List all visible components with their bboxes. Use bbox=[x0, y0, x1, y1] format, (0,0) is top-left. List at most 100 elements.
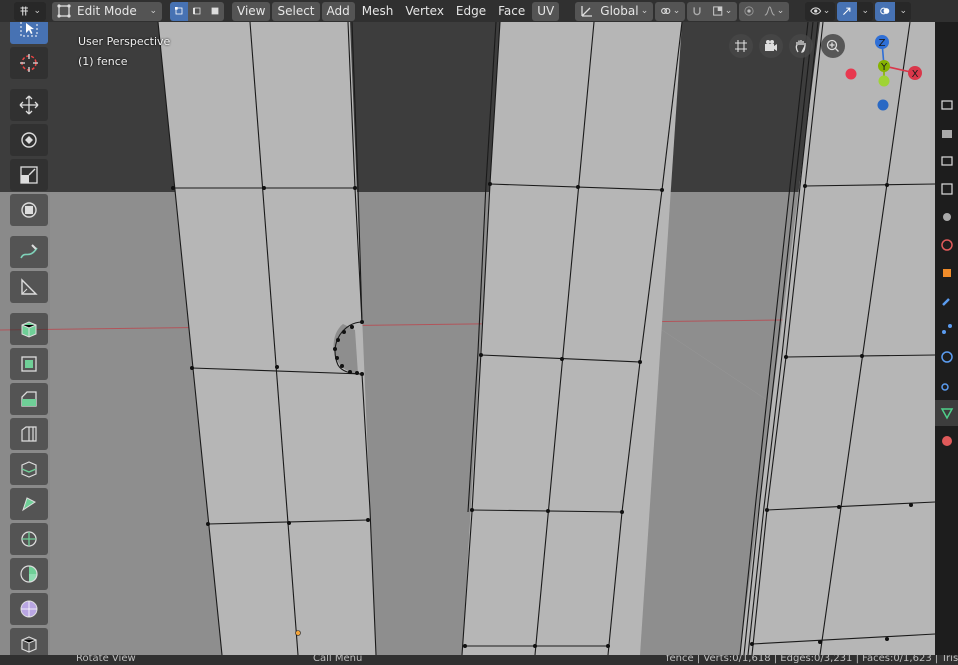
knife-icon bbox=[22, 497, 36, 512]
view-layer-tab[interactable] bbox=[935, 176, 958, 202]
constraint-icon bbox=[940, 383, 949, 391]
loop-cut-icon bbox=[21, 461, 37, 478]
object-data-tab[interactable] bbox=[935, 400, 958, 426]
menu-vertex[interactable]: Vertex bbox=[400, 2, 449, 21]
knife-tool[interactable] bbox=[10, 488, 48, 520]
gizmo-toggle[interactable] bbox=[837, 1, 858, 21]
mesh-data-icon bbox=[940, 408, 953, 420]
world-tab[interactable] bbox=[935, 232, 958, 258]
tool-icon bbox=[940, 100, 953, 110]
bevel-tool[interactable] bbox=[10, 418, 48, 450]
move-arrows-icon bbox=[19, 95, 39, 115]
falloff-curve-icon bbox=[764, 6, 776, 16]
falloff-dropdown[interactable]: ⌄ bbox=[759, 1, 790, 21]
material-icon bbox=[941, 436, 952, 446]
status-call-menu: Call Menu bbox=[313, 655, 363, 664]
annotate-tool[interactable] bbox=[10, 236, 48, 268]
object-icon bbox=[942, 269, 951, 277]
zoom-icon bbox=[826, 39, 839, 52]
grid-icon bbox=[735, 40, 747, 52]
proportional-edit-toggle[interactable] bbox=[739, 1, 760, 21]
extrude-tool[interactable] bbox=[10, 348, 48, 380]
ruler-icon bbox=[21, 278, 38, 295]
orientation-icon bbox=[581, 6, 593, 17]
physics-tab[interactable] bbox=[935, 344, 958, 370]
inset-tool[interactable] bbox=[10, 383, 48, 415]
perspective-label: User Perspective bbox=[78, 35, 171, 48]
edit-mode-icon bbox=[57, 4, 71, 18]
gizmo-icon bbox=[843, 7, 851, 15]
physics-icon bbox=[940, 351, 953, 363]
3d-viewport[interactable]: User Perspective (1) fence X Z Y bbox=[0, 22, 935, 655]
menu-mesh[interactable]: Mesh bbox=[357, 2, 399, 21]
material-tab[interactable] bbox=[935, 428, 958, 454]
poly-build-tool[interactable] bbox=[10, 523, 48, 555]
zoom-view-button[interactable] bbox=[821, 34, 845, 58]
overlays-toggle[interactable] bbox=[875, 1, 896, 21]
smooth-tool[interactable] bbox=[10, 593, 48, 625]
menu-edge[interactable]: Edge bbox=[451, 2, 491, 21]
menu-view[interactable]: View bbox=[232, 1, 271, 21]
scene-tab[interactable] bbox=[935, 204, 958, 230]
pivot-point-dropdown[interactable]: ⌄ bbox=[655, 1, 686, 21]
modifier-tab[interactable] bbox=[935, 288, 958, 314]
vertex-select-button[interactable] bbox=[170, 1, 188, 21]
toggle-ortho-button[interactable] bbox=[729, 34, 753, 58]
x-axis-label: X bbox=[912, 69, 919, 80]
menu-uv[interactable]: UV bbox=[532, 1, 560, 21]
visibility-dropdown[interactable]: ⌄ bbox=[805, 1, 836, 21]
constraints-tab[interactable] bbox=[935, 372, 958, 398]
snap-target-dropdown[interactable]: ⌄ bbox=[707, 1, 738, 21]
editor-type-button[interactable]: ⌄ bbox=[14, 1, 46, 21]
tool-settings-tab[interactable] bbox=[935, 92, 958, 118]
mode-dropdown[interactable]: Edit Mode ⌄ bbox=[52, 1, 162, 21]
hand-icon bbox=[795, 40, 806, 53]
object-label: (1) fence bbox=[78, 55, 128, 68]
transform-orientation-label: Global bbox=[600, 4, 639, 18]
printer-icon bbox=[940, 156, 953, 166]
add-cube-icon bbox=[21, 321, 37, 338]
inset-icon bbox=[21, 391, 37, 407]
navigation-gizmo[interactable]: X Z Y bbox=[835, 30, 925, 120]
menu-select[interactable]: Select bbox=[272, 1, 320, 21]
move-tool[interactable] bbox=[10, 89, 48, 121]
edge-select-icon bbox=[193, 7, 201, 15]
transform-orientation-dropdown[interactable]: Global ⌄ bbox=[575, 1, 654, 21]
edge-select-button[interactable] bbox=[188, 1, 206, 21]
menu-face[interactable]: Face bbox=[493, 2, 530, 21]
render-tab[interactable] bbox=[935, 120, 958, 146]
scene-icon bbox=[942, 213, 951, 221]
gizmo-dropdown[interactable]: ⌄ bbox=[857, 1, 874, 21]
menu-add[interactable]: Add bbox=[321, 1, 355, 21]
scale-tool[interactable] bbox=[10, 159, 48, 191]
spin-icon bbox=[20, 565, 38, 583]
editor-type-icon bbox=[20, 6, 28, 16]
face-select-button[interactable] bbox=[206, 1, 224, 21]
status-scene-stats: fence | Verts:0/1,618 | Edges:0/3,231 | … bbox=[666, 655, 958, 664]
pan-view-button[interactable] bbox=[789, 34, 813, 58]
proportional-edit-icon bbox=[744, 6, 754, 16]
add-cube-tool[interactable] bbox=[10, 313, 48, 345]
transform-tool[interactable] bbox=[10, 194, 48, 226]
mode-label: Edit Mode bbox=[77, 4, 137, 18]
wrench-icon bbox=[941, 298, 950, 306]
output-tab[interactable] bbox=[935, 148, 958, 174]
eye-icon bbox=[810, 7, 822, 15]
magnet-icon bbox=[693, 7, 701, 16]
viewport-info: User Perspective (1) fence bbox=[78, 32, 170, 72]
cursor-tool[interactable] bbox=[10, 47, 48, 79]
extrude-icon bbox=[21, 356, 37, 372]
z-axis-label: Z bbox=[879, 38, 886, 49]
snap-toggle[interactable] bbox=[687, 1, 708, 21]
measure-tool[interactable] bbox=[10, 271, 48, 303]
camera-icon bbox=[765, 40, 777, 51]
object-tab[interactable] bbox=[935, 260, 958, 286]
camera-view-button[interactable] bbox=[759, 34, 783, 58]
loop-cut-tool[interactable] bbox=[10, 453, 48, 485]
particles-tab[interactable] bbox=[935, 316, 958, 342]
overlays-dropdown[interactable]: ⌄ bbox=[895, 1, 912, 21]
selected-vertex bbox=[295, 630, 301, 636]
spin-tool[interactable] bbox=[10, 558, 48, 590]
rotate-tool[interactable] bbox=[10, 124, 48, 156]
pencil-icon bbox=[20, 244, 38, 259]
